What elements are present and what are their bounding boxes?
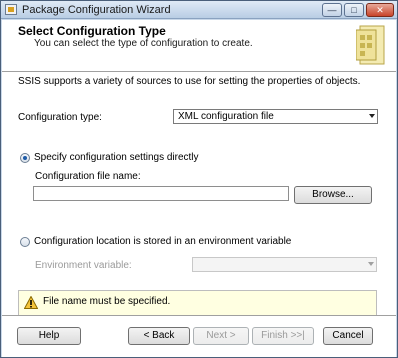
- wizard-content: SSIS supports a variety of sources to us…: [2, 73, 396, 328]
- wizard-window: Package Configuration Wizard — □ ✕ Selec…: [0, 0, 398, 358]
- back-button[interactable]: < Back: [128, 327, 190, 345]
- help-button[interactable]: Help: [17, 327, 81, 345]
- cancel-button[interactable]: Cancel: [323, 327, 373, 345]
- radio-environment-variable-label[interactable]: Configuration location is stored in an e…: [34, 236, 291, 247]
- window-title: Package Configuration Wizard: [22, 4, 171, 16]
- page-subtitle: You can select the type of configuration…: [34, 38, 253, 49]
- configuration-file-name-input[interactable]: [33, 186, 289, 201]
- radio-specify-directly[interactable]: [20, 153, 30, 163]
- intro-text: SSIS supports a variety of sources to us…: [18, 76, 361, 87]
- next-button[interactable]: Next >: [193, 327, 249, 345]
- title-bar[interactable]: Package Configuration Wizard — □ ✕: [1, 1, 397, 19]
- configuration-file-name-label: Configuration file name:: [35, 171, 141, 182]
- minimize-button[interactable]: —: [322, 3, 342, 17]
- maximize-button[interactable]: □: [344, 3, 364, 17]
- error-message: File name must be specified.: [43, 296, 171, 307]
- close-button[interactable]: ✕: [366, 3, 394, 17]
- finish-button[interactable]: Finish >>|: [252, 327, 314, 345]
- chevron-down-icon: [368, 262, 374, 266]
- wizard-app-icon: [5, 4, 17, 15]
- page-title: Select Configuration Type: [18, 24, 166, 38]
- configuration-type-dropdown[interactable]: XML configuration file: [173, 109, 378, 124]
- wizard-footer: Help < Back Next > Finish >>| Cancel: [2, 315, 396, 357]
- configuration-type-value: XML configuration file: [178, 111, 274, 122]
- warning-icon: [24, 296, 38, 309]
- environment-variable-dropdown[interactable]: [192, 257, 377, 272]
- wizard-header: Select Configuration Type You can select…: [2, 20, 396, 72]
- wizard-graphic-icon: [356, 25, 385, 65]
- configuration-type-label: Configuration type:: [18, 112, 102, 123]
- wizard-client-area: Select Configuration Type You can select…: [2, 20, 396, 357]
- browse-button[interactable]: Browse...: [294, 186, 372, 204]
- environment-variable-label: Environment variable:: [35, 260, 132, 271]
- radio-environment-variable[interactable]: [20, 237, 30, 247]
- radio-specify-directly-label[interactable]: Specify configuration settings directly: [34, 152, 199, 163]
- chevron-down-icon: [369, 114, 375, 118]
